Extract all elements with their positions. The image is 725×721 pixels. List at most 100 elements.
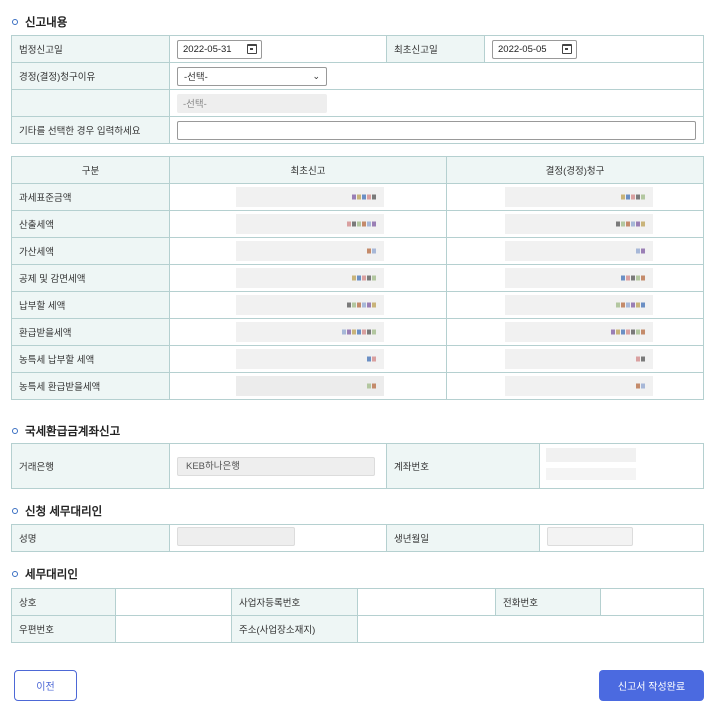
amount-row-label: 공제 및 감면세액 [11, 264, 170, 292]
masked-digit [641, 248, 645, 254]
bullet-ring-icon [12, 508, 18, 514]
section-title-tax-agent: 세무대리인 [12, 566, 78, 582]
masked-digit [631, 221, 635, 227]
masked-digit [347, 221, 351, 227]
masked-digit [616, 302, 620, 308]
other-cell [169, 116, 704, 144]
amount-initial-masked-value [236, 241, 384, 261]
masked-digit [641, 221, 645, 227]
masked-digit [636, 221, 640, 227]
masked-digit [641, 329, 645, 335]
masked-digit [636, 302, 640, 308]
chevron-down-icon: ⌄ [312, 70, 320, 81]
masked-digit [621, 221, 625, 227]
reason-cell: -선택- ⌄ [169, 62, 704, 90]
masked-digit [372, 194, 376, 200]
amount-row-label: 산출세액 [11, 210, 170, 238]
other-label: 기타를 선택한 경우 입력하세요 [11, 116, 170, 144]
first-date-value: 2022-05-05 [498, 43, 547, 55]
legal-date-cell: 2022-05-31 [169, 35, 387, 63]
address-label: 주소(사업장소재지) [231, 615, 358, 643]
amount-initial-masked-value [236, 214, 384, 234]
reason-sub-label [11, 89, 170, 117]
name-input [177, 527, 295, 546]
submit-report-button[interactable]: 신고서 작성완료 [599, 670, 704, 701]
section-title-refund-account: 국세환급금계좌신고 [12, 423, 120, 439]
amount-row: 산출세액 [11, 210, 704, 238]
account-cell [539, 443, 704, 489]
masked-digit [626, 221, 630, 227]
masked-digit [611, 329, 615, 335]
amount-claim-cell [446, 210, 704, 238]
masked-digits [367, 248, 376, 254]
bizno-label: 사업자등록번호 [231, 588, 358, 616]
masked-digit [621, 194, 625, 200]
first-date-label: 최초신고일 [386, 35, 485, 63]
amount-initial-cell [169, 210, 447, 238]
masked-digit [362, 302, 366, 308]
masked-digit [357, 329, 361, 335]
masked-digit [372, 329, 376, 335]
amount-row: 농특세 납부할 세액 [11, 345, 704, 373]
amount-claim-cell [446, 318, 704, 346]
bank-cell: KEB하나은행 [169, 443, 387, 489]
amount-claim-cell [446, 291, 704, 319]
report-info-table: 법정신고일 2022-05-31 최초신고일 2022-05-05 경정(결정)… [11, 35, 704, 144]
masked-digit [342, 329, 346, 335]
amount-claim-cell [446, 264, 704, 292]
masked-digit [362, 221, 366, 227]
amount-initial-cell [169, 345, 447, 373]
masked-digit [362, 275, 366, 281]
legal-date-input[interactable]: 2022-05-31 [177, 39, 262, 59]
masked-digit [626, 275, 630, 281]
masked-digits [352, 194, 376, 200]
amount-claim-cell [446, 183, 704, 211]
masked-digit [372, 302, 376, 308]
bizno-value [357, 588, 496, 616]
section-title-report: 신고내용 [12, 14, 67, 30]
masked-digits [616, 302, 645, 308]
masked-digits [352, 275, 376, 281]
amount-initial-masked-value [236, 268, 384, 288]
masked-digit [631, 194, 635, 200]
masked-digit [626, 194, 630, 200]
other-input[interactable] [177, 120, 696, 140]
name-cell [169, 524, 387, 552]
amount-initial-masked-value [236, 376, 384, 396]
amount-row-label: 환급받을세액 [11, 318, 170, 346]
masked-digit [621, 275, 625, 281]
zip-label: 우편번호 [11, 615, 116, 643]
amount-header-initial: 최초신고 [169, 156, 447, 184]
reason-select[interactable]: -선택- ⌄ [177, 66, 327, 86]
amount-row: 납부할 세액 [11, 291, 704, 319]
masked-digit [636, 194, 640, 200]
amount-initial-masked-value [236, 349, 384, 369]
masked-digit [352, 194, 356, 200]
masked-digit [626, 302, 630, 308]
bullet-ring-icon [12, 19, 18, 25]
masked-digit [357, 302, 361, 308]
first-date-input[interactable]: 2022-05-05 [492, 39, 577, 59]
account-masked-value [546, 448, 636, 462]
masked-digit [641, 383, 645, 389]
masked-digit [621, 329, 625, 335]
prev-button[interactable]: 이전 [14, 670, 77, 701]
masked-digit [372, 275, 376, 281]
applicant-agent-table: 성명 생년월일 [11, 524, 704, 552]
amount-row: 가산세액 [11, 237, 704, 265]
masked-digit [631, 275, 635, 281]
masked-digit [641, 356, 645, 362]
masked-digit [367, 275, 371, 281]
bank-input: KEB하나은행 [177, 456, 375, 476]
amount-initial-cell [169, 318, 447, 346]
masked-digit [357, 194, 361, 200]
section-title-applicant-agent: 신청 세무대리인 [12, 503, 102, 519]
calendar-icon[interactable] [247, 44, 257, 54]
reason-label: 경정(결정)청구이유 [11, 62, 170, 90]
section-title-text: 신고내용 [25, 17, 68, 29]
calendar-icon[interactable] [562, 44, 572, 54]
amount-row-label: 과세표준금액 [11, 183, 170, 211]
amount-claim-masked-value [505, 376, 653, 396]
zip-value [115, 615, 232, 643]
masked-digit [616, 329, 620, 335]
